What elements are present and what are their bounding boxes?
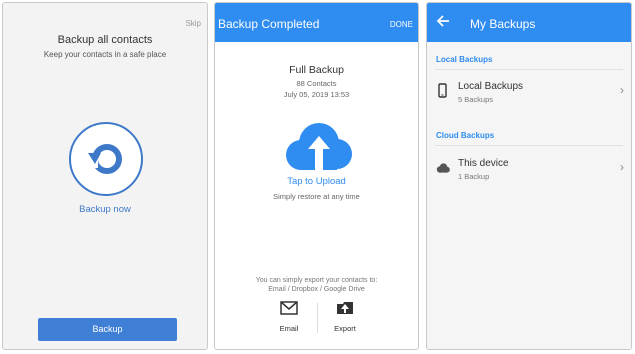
page-title: My Backups: [470, 17, 536, 31]
screen-title: Backup all contacts: [57, 34, 153, 46]
email-action[interactable]: Email: [269, 301, 309, 333]
chevron-right-icon: ›: [620, 83, 624, 97]
back-arrow-icon[interactable]: [436, 14, 450, 28]
export-icon: [337, 302, 353, 314]
cloud-backups-section-header: Cloud Backups: [436, 131, 495, 140]
cloud-icon: [436, 163, 450, 173]
phone-icon: [438, 83, 447, 98]
contacts-count: 88 Contacts: [296, 79, 337, 88]
my-backups-screen: My Backups Local Backups Local Backups 5…: [426, 2, 632, 350]
app-bar: Backup Completed DONE: [215, 3, 418, 42]
export-label: Export: [334, 324, 356, 333]
backup-heading: Full Backup: [289, 64, 344, 76]
restore-arrow-icon: [86, 144, 122, 174]
tap-to-upload-link[interactable]: Tap to Upload: [215, 176, 418, 187]
done-button[interactable]: DONE: [390, 20, 413, 29]
local-backups-section-header: Local Backups: [436, 55, 493, 64]
backup-completed-screen: Backup Completed DONE Full Backup 88 Con…: [214, 2, 419, 350]
backup-button[interactable]: Backup: [38, 318, 177, 341]
cloud-upload-icon[interactable]: [279, 119, 357, 175]
divider: [435, 145, 623, 146]
backup-date: July 05, 2019 13:53: [283, 90, 350, 99]
skip-link[interactable]: Skip: [185, 19, 201, 28]
restore-note: Simply restore at any time: [273, 192, 360, 201]
app-bar: My Backups: [427, 3, 631, 42]
backup-circle-button[interactable]: [69, 122, 143, 196]
action-divider: [317, 303, 318, 333]
this-device-row[interactable]: This device 1 Backup ›: [427, 150, 631, 194]
email-icon: [280, 301, 298, 315]
export-note-line2: Email / Dropbox / Google Drive: [268, 286, 365, 293]
backup-intro-screen: Skip Backup all contacts Keep your conta…: [2, 2, 208, 350]
page-title: Backup Completed: [218, 17, 320, 31]
email-label: Email: [279, 324, 299, 333]
export-action[interactable]: Export: [325, 301, 365, 333]
row-subtitle: 5 Backups: [458, 95, 494, 104]
local-backups-row[interactable]: Local Backups 5 Backups ›: [427, 73, 631, 117]
divider: [435, 69, 623, 70]
row-title: Local Backups: [458, 81, 524, 92]
row-title: This device: [458, 158, 509, 169]
export-note-line1: You can simply export your contacts to:: [255, 277, 378, 284]
screen-subtitle: Keep your contacts in a safe place: [43, 50, 167, 59]
backup-now-link[interactable]: Backup now: [3, 204, 207, 215]
row-subtitle: 1 Backup: [458, 172, 490, 181]
chevron-right-icon: ›: [620, 160, 624, 174]
